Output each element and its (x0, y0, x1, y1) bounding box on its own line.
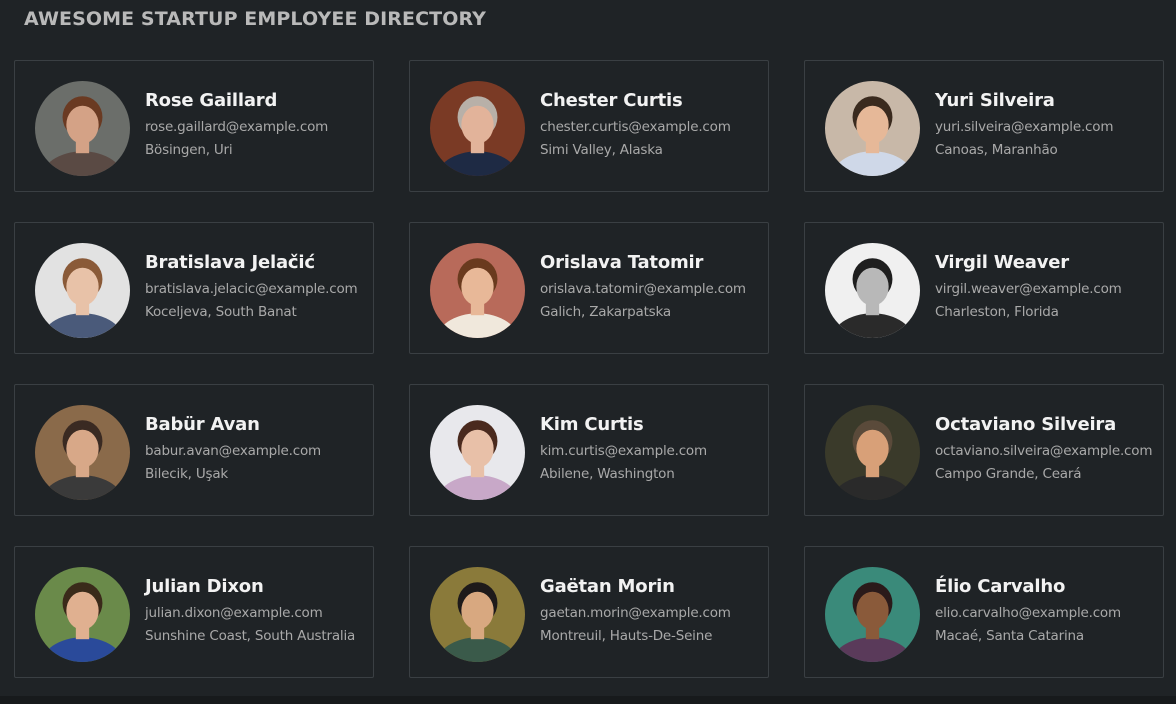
employee-avatar (35, 81, 130, 176)
page-footer-bar (0, 696, 1176, 704)
employee-name: Babür Avan (145, 414, 260, 435)
employee-card[interactable]: Orislava Tatomir orislava.tatomir@exampl… (409, 222, 769, 354)
employee-avatar (35, 567, 130, 662)
avatar-portrait (35, 567, 130, 662)
employee-email: rose.gaillard@example.com (145, 119, 329, 135)
employee-info: Babür Avan babur.avan@example.com Bileci… (145, 413, 367, 483)
avatar-portrait (430, 567, 525, 662)
employee-card[interactable]: Chester Curtis chester.curtis@example.co… (409, 60, 769, 192)
avatar-portrait (430, 81, 525, 176)
page-title: AWESOME STARTUP EMPLOYEE DIRECTORY (24, 8, 487, 30)
employee-avatar (430, 243, 525, 338)
avatar-portrait (825, 243, 920, 338)
avatar-portrait (35, 405, 130, 500)
employee-email: orislava.tatomir@example.com (540, 281, 746, 297)
employee-info: Octaviano Silveira octaviano.silveira@ex… (935, 413, 1157, 483)
avatar-portrait (825, 81, 920, 176)
employee-avatar (825, 81, 920, 176)
employee-email: julian.dixon@example.com (145, 605, 323, 621)
employee-avatar (430, 405, 525, 500)
employee-avatar (430, 81, 525, 176)
avatar-portrait (825, 405, 920, 500)
employee-name: Kim Curtis (540, 414, 644, 435)
employee-location: Bösingen, Uri (145, 142, 233, 158)
employee-location: Sunshine Coast, South Australia (145, 628, 356, 644)
employee-location: Charleston, Florida (935, 304, 1059, 320)
avatar-portrait (35, 81, 130, 176)
employee-card[interactable]: Bratislava Jelačić bratislava.jelacic@ex… (14, 222, 374, 354)
employee-card[interactable]: Élio Carvalho elio.carvalho@example.com … (804, 546, 1164, 678)
employee-card[interactable]: Babür Avan babur.avan@example.com Bileci… (14, 384, 374, 516)
employee-email: bratislava.jelacic@example.com (145, 281, 358, 297)
employee-name: Chester Curtis (540, 90, 683, 111)
employee-location: Bilecik, Uşak (145, 466, 229, 482)
employee-card[interactable]: Virgil Weaver virgil.weaver@example.com … (804, 222, 1164, 354)
employee-name: Virgil Weaver (935, 252, 1069, 273)
employee-email: kim.curtis@example.com (540, 443, 707, 459)
avatar-portrait (35, 243, 130, 338)
avatar-portrait (825, 567, 920, 662)
employee-avatar (825, 405, 920, 500)
employee-location: Macaé, Santa Catarina (935, 628, 1084, 644)
employee-name: Octaviano Silveira (935, 414, 1117, 435)
employee-info: Kim Curtis kim.curtis@example.com Abilen… (540, 413, 762, 483)
avatar-portrait (430, 405, 525, 500)
employee-name: Élio Carvalho (935, 576, 1066, 597)
employee-location: Campo Grande, Ceará (935, 466, 1082, 482)
employee-email: virgil.weaver@example.com (935, 281, 1122, 297)
employee-email: chester.curtis@example.com (540, 119, 731, 135)
employee-email: gaetan.morin@example.com (540, 605, 731, 621)
employee-location: Canoas, Maranhão (935, 142, 1058, 158)
employee-card[interactable]: Gaëtan Morin gaetan.morin@example.com Mo… (409, 546, 769, 678)
employee-avatar (35, 243, 130, 338)
employee-card[interactable]: Julian Dixon julian.dixon@example.com Su… (14, 546, 374, 678)
employee-info: Élio Carvalho elio.carvalho@example.com … (935, 575, 1157, 645)
employee-info: Yuri Silveira yuri.silveira@example.com … (935, 89, 1157, 159)
employee-name: Gaëtan Morin (540, 576, 675, 597)
employee-card[interactable]: Kim Curtis kim.curtis@example.com Abilen… (409, 384, 769, 516)
employee-email: elio.carvalho@example.com (935, 605, 1121, 621)
employee-info: Orislava Tatomir orislava.tatomir@exampl… (540, 251, 762, 321)
employee-card[interactable]: Octaviano Silveira octaviano.silveira@ex… (804, 384, 1164, 516)
employee-email: octaviano.silveira@example.com (935, 443, 1153, 459)
employee-avatar (825, 243, 920, 338)
employee-name: Julian Dixon (145, 576, 264, 597)
employee-location: Abilene, Washington (540, 466, 675, 482)
employee-email: yuri.silveira@example.com (935, 119, 1114, 135)
employee-avatar (825, 567, 920, 662)
employee-name: Yuri Silveira (935, 90, 1055, 111)
employee-info: Virgil Weaver virgil.weaver@example.com … (935, 251, 1157, 321)
employee-info: Julian Dixon julian.dixon@example.com Su… (145, 575, 367, 645)
employee-grid: Rose Gaillard rose.gaillard@example.com … (14, 60, 1164, 678)
employee-email: babur.avan@example.com (145, 443, 321, 459)
employee-name: Bratislava Jelačić (145, 252, 315, 273)
employee-info: Bratislava Jelačić bratislava.jelacic@ex… (145, 251, 367, 321)
employee-name: Orislava Tatomir (540, 252, 704, 273)
employee-name: Rose Gaillard (145, 90, 278, 111)
employee-location: Montreuil, Hauts-De-Seine (540, 628, 713, 644)
employee-avatar (430, 567, 525, 662)
employee-info: Rose Gaillard rose.gaillard@example.com … (145, 89, 367, 159)
employee-avatar (35, 405, 130, 500)
employee-location: Koceljeva, South Banat (145, 304, 297, 320)
avatar-portrait (430, 243, 525, 338)
employee-location: Simi Valley, Alaska (540, 142, 663, 158)
employee-info: Gaëtan Morin gaetan.morin@example.com Mo… (540, 575, 762, 645)
employee-card[interactable]: Yuri Silveira yuri.silveira@example.com … (804, 60, 1164, 192)
employee-location: Galich, Zakarpatska (540, 304, 671, 320)
employee-card[interactable]: Rose Gaillard rose.gaillard@example.com … (14, 60, 374, 192)
employee-info: Chester Curtis chester.curtis@example.co… (540, 89, 762, 159)
